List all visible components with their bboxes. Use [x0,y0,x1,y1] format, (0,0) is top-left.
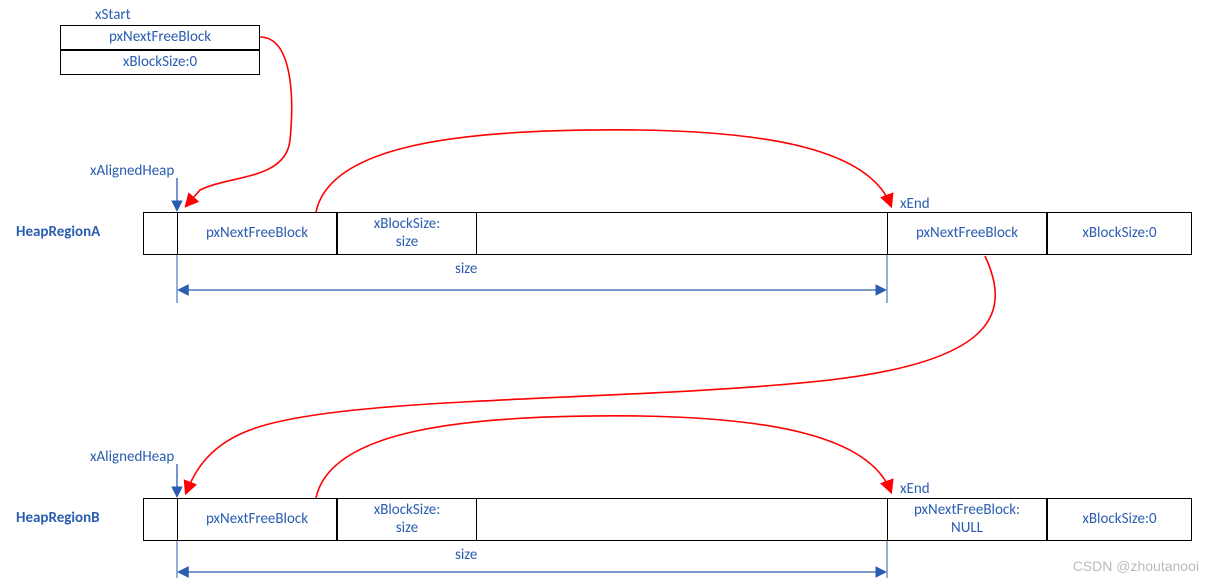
region-a-aligned: xAlignedHeap [90,162,174,180]
region-b-end-size: xBlockSize:0 [1047,498,1192,541]
region-a-end-pxnext: pxNextFreeBlock [887,212,1047,255]
region-a-end: xEnd [900,195,930,213]
region-a-block0-pxnext: pxNextFreeBlock [177,212,337,255]
xstart-pxnext: pxNextFreeBlock [60,25,260,50]
region-a-end-size: xBlockSize:0 [1047,212,1192,255]
xstart-title: xStart [95,6,131,24]
arrows-overlay [0,0,1209,580]
region-b-end: xEnd [900,480,930,498]
region-a-pre-gap [143,212,177,255]
region-b-name: HeapRegionB [16,509,100,527]
region-b-mid-gap [477,498,887,541]
region-a-size-dim: size [455,260,477,278]
region-a-name: HeapRegionA [16,223,100,241]
region-b-aligned: xAlignedHeap [90,448,174,466]
region-a-block0-size: xBlockSize: size [337,212,477,255]
region-b-block0-size: xBlockSize: size [337,498,477,541]
region-a-mid-gap [477,212,887,255]
region-b-size-dim: size [455,546,477,564]
region-b-end-pxnext: pxNextFreeBlock: NULL [887,498,1047,541]
region-b-block0-pxnext: pxNextFreeBlock [177,498,337,541]
xstart-size: xBlockSize:0 [60,50,260,75]
region-b-pre-gap [143,498,177,541]
watermark: CSDN @zhoutanooi [1073,558,1199,574]
